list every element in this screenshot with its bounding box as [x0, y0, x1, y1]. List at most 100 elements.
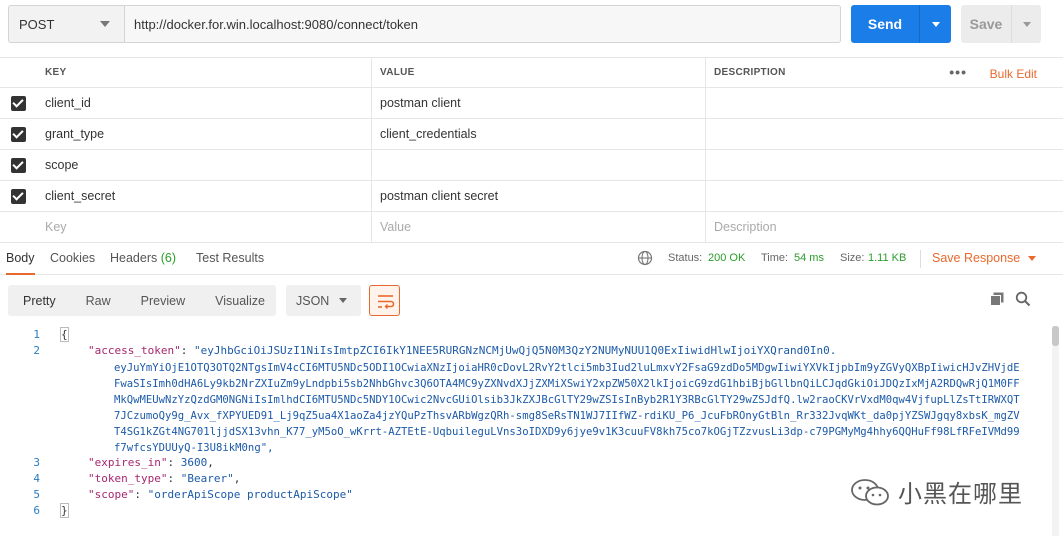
save-label: Save — [969, 16, 1003, 32]
headers-count: (6) — [160, 251, 177, 265]
tab-headers[interactable]: Headers (6) — [110, 251, 176, 265]
watermark: 小黑在哪里 — [848, 474, 1023, 509]
wrap-lines-button[interactable] — [369, 285, 400, 316]
chevron-down-icon — [100, 21, 110, 27]
line-number: 3 — [33, 456, 40, 469]
row-key[interactable]: client_id — [37, 88, 372, 118]
json-key: "access_token" — [88, 344, 181, 357]
new-key-input[interactable]: Key — [37, 212, 372, 242]
header-check-cell — [0, 58, 37, 87]
table-header: KEY VALUE DESCRIPTION ••• Bulk Edit — [0, 57, 1063, 88]
wrap-icon — [378, 295, 395, 309]
row-description[interactable] — [706, 181, 1063, 211]
json-line: "scope": "orderApiScope productApiScope" — [88, 488, 353, 501]
header-key: KEY — [37, 58, 372, 87]
url-text: http://docker.for.win.localhost:9080/con… — [134, 16, 419, 32]
view-pretty[interactable]: Pretty — [8, 285, 71, 316]
chevron-down-icon — [339, 298, 347, 303]
row-key[interactable]: scope — [37, 150, 372, 180]
row-value[interactable] — [372, 150, 706, 180]
row-checkbox[interactable] — [11, 188, 26, 204]
row-description[interactable] — [706, 88, 1063, 118]
row-key[interactable]: client_secret — [37, 181, 372, 211]
save-response-label: Save Response — [932, 251, 1021, 265]
row-key[interactable]: grant_type — [37, 119, 372, 149]
row-description[interactable] — [706, 150, 1063, 180]
params-table: KEY VALUE DESCRIPTION ••• Bulk Edit clie… — [0, 57, 1063, 243]
vertical-scrollbar[interactable] — [1052, 326, 1059, 536]
chevron-down-icon — [1028, 256, 1037, 262]
new-description-input[interactable]: Description — [706, 212, 1063, 242]
table-row: scope — [0, 150, 1063, 181]
json-line: "expires_in": 3600, — [88, 456, 214, 469]
json-value: "eyJhbGciOiJSUzI1NiIsImtpZCI6IkY1NEE5RUR… — [193, 344, 837, 357]
json-line: "access_token": "eyJhbGciOiJSUzI1NiIsImt… — [88, 344, 837, 357]
search-icon[interactable] — [1015, 291, 1031, 307]
size-label: Size: — [840, 252, 865, 264]
view-raw[interactable]: Raw — [71, 285, 126, 316]
divider — [920, 250, 921, 268]
table-row: grant_type client_credentials — [0, 119, 1063, 150]
globe-icon[interactable] — [637, 250, 653, 266]
line-number: 2 — [33, 344, 40, 357]
status-value: 200 OK — [708, 252, 746, 264]
send-button[interactable]: Send — [851, 5, 951, 43]
status-label: Status: — [668, 252, 703, 264]
row-value[interactable]: client_credentials — [372, 119, 706, 149]
json-key: "expires_in" — [88, 456, 168, 469]
chevron-down-icon — [1022, 21, 1031, 27]
json-key: "token_type" — [88, 472, 168, 485]
new-value-input[interactable]: Value — [372, 212, 706, 242]
line-number: 4 — [33, 472, 40, 485]
save-options-button[interactable] — [1012, 21, 1041, 27]
chevron-down-icon — [931, 21, 940, 27]
tab-headers-label: Headers — [110, 251, 158, 265]
header-description-label: DESCRIPTION — [714, 67, 786, 78]
open-brace: { — [60, 327, 69, 342]
row-checkbox[interactable] — [11, 157, 26, 173]
json-line: "token_type": "Bearer", — [88, 472, 241, 485]
tab-test-results[interactable]: Test Results — [196, 251, 264, 265]
json-value: 3600 — [180, 456, 208, 469]
request-bar: POST http://docker.for.win.localhost:908… — [0, 0, 1063, 50]
table-row: client_id postman client — [0, 88, 1063, 119]
row-value[interactable]: postman client secret — [372, 181, 706, 211]
view-mode-group: Pretty Raw Preview Visualize — [8, 285, 276, 316]
copy-icon[interactable] — [989, 291, 1005, 307]
format-label: JSON — [296, 293, 330, 308]
send-options-button[interactable] — [920, 21, 951, 27]
close-brace: } — [60, 503, 69, 518]
wechat-icon — [851, 478, 889, 505]
header-value: VALUE — [372, 58, 706, 87]
json-key: "scope" — [88, 488, 135, 501]
bulk-edit-link[interactable]: Bulk Edit — [990, 67, 1037, 81]
send-label: Send — [867, 16, 903, 32]
row-checkbox[interactable] — [11, 126, 26, 142]
tab-body[interactable]: Body — [6, 251, 35, 275]
json-value: "orderApiScope productApiScope" — [147, 488, 353, 501]
method-label: POST — [19, 16, 55, 32]
json-value: "Bearer" — [180, 472, 234, 485]
view-preview[interactable]: Preview — [126, 285, 200, 316]
line-number: 6 — [33, 504, 40, 517]
tab-cookies[interactable]: Cookies — [50, 251, 95, 265]
row-value[interactable]: postman client — [372, 88, 706, 118]
table-row: client_secret postman client secret — [0, 181, 1063, 212]
format-select[interactable]: JSON — [286, 285, 361, 316]
line-number: 5 — [33, 488, 40, 501]
watermark-text: 小黑在哪里 — [898, 480, 1023, 508]
save-button[interactable]: Save — [961, 5, 1041, 43]
size-value: 1.11 KB — [868, 252, 907, 264]
scrollbar-thumb[interactable] — [1052, 326, 1059, 346]
view-visualize[interactable]: Visualize — [200, 285, 280, 316]
table-row-new: Key Value Description — [0, 212, 1063, 243]
response-tabs: Body Cookies Headers (6) Test Results St… — [0, 243, 1063, 275]
time-label: Time: — [761, 252, 789, 264]
method-select[interactable]: POST — [8, 5, 124, 43]
row-description[interactable] — [706, 119, 1063, 149]
more-options-icon[interactable]: ••• — [949, 65, 967, 79]
line-number: 1 — [33, 328, 40, 341]
url-input[interactable]: http://docker.for.win.localhost:9080/con… — [124, 5, 841, 43]
row-checkbox[interactable] — [11, 95, 26, 111]
save-response-button[interactable]: Save Response — [932, 251, 1037, 265]
